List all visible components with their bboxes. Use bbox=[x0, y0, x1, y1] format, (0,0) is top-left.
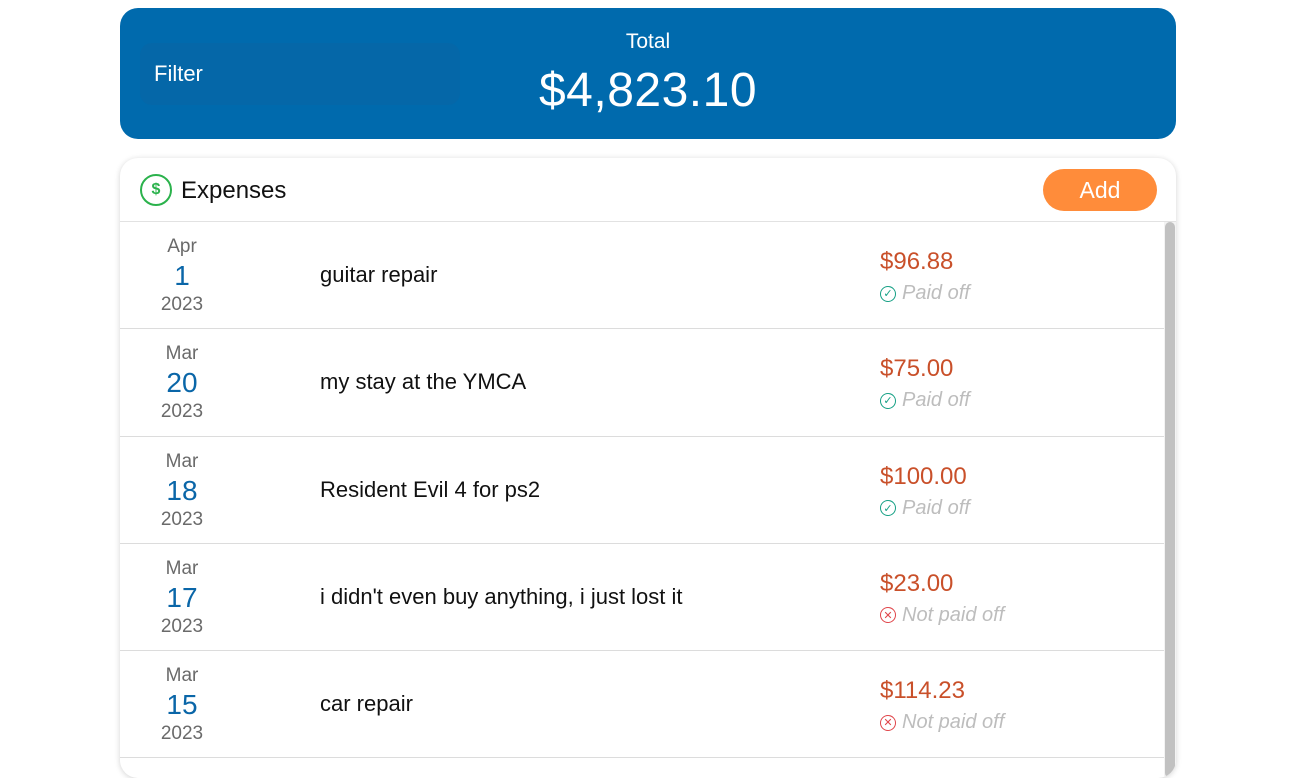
date-day: 17 bbox=[166, 581, 198, 613]
total-header: Filter Total $4,823.10 bbox=[120, 8, 1176, 139]
check-circle-icon: ✓ bbox=[880, 392, 896, 409]
status-label: Not paid off bbox=[902, 603, 1005, 626]
expense-amount: $100.00 bbox=[880, 462, 967, 490]
date-month: Apr bbox=[167, 236, 197, 257]
expense-row[interactable]: Mar 20 2023 my stay at the YMCA $75.00 ✓ Paid … bbox=[120, 329, 1164, 437]
expense-date: Mar 17 2023 bbox=[132, 558, 232, 638]
expense-description: car repair bbox=[320, 691, 413, 717]
expenses-panel-header: $ Expenses Add bbox=[120, 158, 1176, 222]
date-year: 2023 bbox=[160, 401, 204, 423]
date-year: 2023 bbox=[160, 723, 204, 745]
expense-date: Apr 1 2023 bbox=[132, 236, 232, 316]
expense-amount: $96.88 bbox=[880, 248, 954, 275]
scrollbar[interactable] bbox=[1164, 222, 1176, 778]
expense-list: Apr 1 2023 guitar repair $96.88 ✓ Paid off Mar 2… bbox=[120, 222, 1164, 759]
expenses-title: Expenses bbox=[181, 177, 287, 204]
x-circle-icon: ✕ bbox=[880, 607, 896, 624]
check-circle-icon: ✓ bbox=[880, 285, 896, 302]
total-label: Total bbox=[625, 30, 671, 53]
add-expense-button[interactable]: Add bbox=[1043, 169, 1157, 211]
date-day: 15 bbox=[166, 689, 198, 721]
date-month: Mar bbox=[165, 343, 199, 365]
dollar-circle-icon: $ bbox=[140, 174, 172, 206]
status-label: Not paid off bbox=[902, 711, 1005, 734]
scrollbar-thumb[interactable] bbox=[1165, 222, 1175, 778]
expense-date: Mar 15 2023 bbox=[132, 665, 232, 745]
expense-date: Mar 20 2023 bbox=[132, 343, 232, 423]
date-year: 2023 bbox=[160, 294, 204, 315]
status-label: Paid off bbox=[902, 282, 970, 304]
expense-amount: $23.00 bbox=[880, 569, 954, 597]
check-circle-icon: ✓ bbox=[880, 500, 896, 517]
expense-amount: $114.23 bbox=[880, 677, 965, 705]
expenses-panel: $ Expenses Add Apr 1 2023 guitar repair $96.… bbox=[120, 158, 1176, 778]
date-month: Mar bbox=[165, 665, 199, 687]
date-month: Mar bbox=[165, 450, 199, 472]
expense-row[interactable]: Apr 1 2023 guitar repair $96.88 ✓ Paid off bbox=[120, 222, 1164, 330]
date-year: 2023 bbox=[160, 508, 204, 530]
status-label: Paid off bbox=[902, 496, 970, 519]
expense-row[interactable]: Mar 18 2023 Resident Evil 4 for ps2 $100.00 ✓… bbox=[120, 437, 1164, 544]
date-day: 1 bbox=[174, 260, 190, 291]
expense-status: ✓ Paid off bbox=[880, 497, 970, 520]
date-day: 18 bbox=[166, 474, 198, 506]
status-label: Paid off bbox=[902, 389, 970, 412]
date-month: Mar bbox=[165, 557, 199, 579]
expense-amount: $75.00 bbox=[880, 355, 954, 383]
expense-status: ✓ Paid off bbox=[880, 282, 970, 305]
expense-status: ✕ Not paid off bbox=[880, 711, 1004, 734]
expense-description: Resident Evil 4 for ps2 bbox=[320, 476, 541, 502]
expense-description: guitar repair bbox=[320, 262, 438, 287]
expense-status: ✓ Paid off bbox=[880, 389, 970, 412]
expense-date: Mar 18 2023 bbox=[132, 451, 232, 531]
total-value: $4,823.10 bbox=[538, 64, 758, 117]
expense-row[interactable]: Mar 15 2023 car repair $114.23 ✕ Not paid off bbox=[120, 651, 1164, 759]
x-circle-icon: ✕ bbox=[880, 714, 896, 731]
date-year: 2023 bbox=[160, 615, 204, 637]
expense-row[interactable]: Mar 17 2023 i didn't even buy anything, i j… bbox=[120, 544, 1164, 652]
expense-description: my stay at the YMCA bbox=[320, 369, 527, 395]
expense-status: ✕ Not paid off bbox=[880, 604, 1004, 627]
date-day: 20 bbox=[166, 367, 198, 399]
expense-description: i didn't even buy anything, i just lost … bbox=[320, 583, 683, 609]
